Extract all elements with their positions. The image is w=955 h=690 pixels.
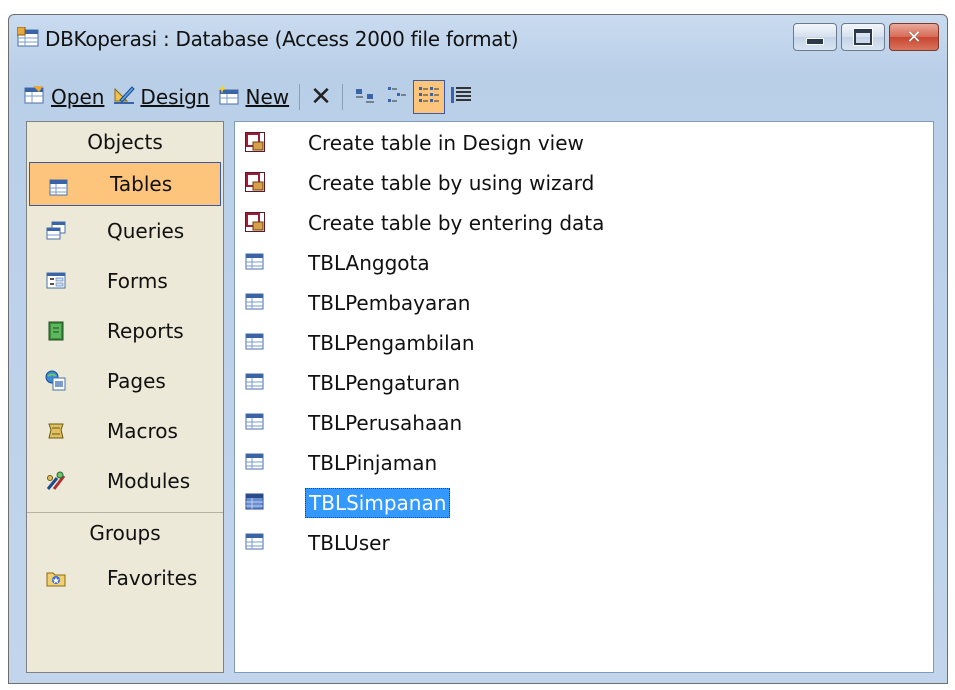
table-icon — [245, 332, 265, 352]
query-icon — [45, 220, 67, 242]
toolbar: Open Design New ✕ — [19, 77, 477, 117]
table-icon — [245, 292, 265, 312]
nav-item-queries[interactable]: Queries — [27, 206, 223, 256]
module-icon — [45, 470, 67, 492]
delete-button[interactable]: ✕ — [306, 80, 336, 114]
macro-icon — [45, 420, 67, 442]
report-icon — [45, 320, 67, 342]
window-controls: ✕ — [789, 23, 939, 51]
object-list: Create table in Design view Create table… — [234, 121, 934, 673]
design-label: Design — [140, 85, 210, 109]
table-icon — [245, 452, 265, 472]
details-view-icon — [449, 84, 473, 111]
wizard-icon — [245, 132, 265, 152]
list-item-label: Create table in Design view — [308, 131, 584, 155]
nav-item-modules[interactable]: Modules — [27, 456, 223, 506]
list-item-label: TBLUser — [308, 531, 390, 555]
wizard-icon — [245, 212, 265, 232]
nav-item-macros[interactable]: Macros — [27, 406, 223, 456]
new-label: New — [245, 85, 290, 109]
table-icon — [245, 412, 265, 432]
nav-item-reports[interactable]: Reports — [27, 306, 223, 356]
objects-bar: Objects Tables Queries Forms Reports Pag… — [26, 121, 224, 673]
list-item-label: TBLSimpanan — [305, 488, 451, 518]
nav-item-pages[interactable]: Pages — [27, 356, 223, 406]
form-icon — [45, 270, 67, 292]
list-item-label: TBLPengambilan — [308, 331, 475, 355]
nav-item-label: Pages — [107, 369, 166, 393]
nav-item-label: Reports — [107, 319, 184, 343]
window-title: DBKoperasi : Database (Access 2000 file … — [45, 27, 519, 51]
design-button[interactable]: Design — [108, 80, 213, 114]
list-item-label: TBLPinjaman — [308, 451, 438, 475]
objects-header[interactable]: Objects — [27, 122, 223, 162]
nav-item-label: Favorites — [107, 566, 198, 590]
large-icons-view-icon — [353, 84, 377, 111]
list-item-label: TBLPengaturan — [308, 371, 461, 395]
nav-item-label: Tables — [110, 172, 173, 196]
nav-item-label: Modules — [107, 469, 191, 493]
list-item-label: TBLPerusahaan — [308, 411, 463, 435]
nav-item-forms[interactable]: Forms — [27, 256, 223, 306]
list-view-icon — [417, 84, 441, 111]
minimize-button[interactable] — [793, 23, 837, 51]
database-icon — [16, 26, 39, 49]
nav-item-label: Macros — [107, 419, 178, 443]
design-icon — [112, 84, 136, 111]
table-icon — [245, 532, 265, 552]
toolbar-separator — [299, 84, 301, 110]
list-item-label: Create table by entering data — [308, 211, 605, 235]
page-icon — [45, 370, 67, 392]
new-icon — [217, 83, 241, 111]
list-item-label: TBLPembayaran — [308, 291, 471, 315]
list-item-label: TBLAnggota — [308, 251, 430, 275]
open-button[interactable]: Open — [19, 80, 108, 114]
table-icon — [245, 492, 265, 512]
list-item-label: Create table by using wizard — [308, 171, 595, 195]
wizard-icon — [245, 172, 265, 192]
new-button[interactable]: New — [213, 80, 293, 114]
open-icon — [23, 84, 47, 111]
table-icon — [48, 177, 70, 199]
maximize-button[interactable] — [841, 23, 885, 51]
maximize-icon — [854, 29, 872, 45]
toolbar-separator — [341, 84, 343, 110]
groups-header[interactable]: Groups — [27, 512, 223, 553]
close-icon: ✕ — [906, 26, 922, 48]
database-window: DBKoperasi : Database (Access 2000 file … — [8, 14, 948, 684]
small-icons-view-button[interactable] — [381, 80, 413, 114]
list-view-button[interactable] — [412, 80, 445, 114]
delete-icon: ✕ — [310, 82, 332, 112]
table-icon — [245, 372, 265, 392]
details-view-button[interactable] — [445, 80, 477, 114]
nav-item-tables[interactable]: Tables — [29, 162, 221, 206]
nav-item-label: Forms — [107, 269, 168, 293]
large-icons-view-button[interactable] — [349, 80, 381, 114]
open-label: Open — [51, 85, 105, 109]
nav-item-favorites[interactable]: Favorites — [27, 553, 223, 603]
small-icons-view-icon — [385, 84, 409, 111]
minimize-icon — [806, 37, 824, 45]
title-bar[interactable]: DBKoperasi : Database (Access 2000 file … — [9, 15, 947, 65]
nav-item-label: Queries — [107, 219, 185, 243]
favorites-folder-icon — [45, 567, 67, 589]
table-icon — [245, 252, 265, 272]
close-button[interactable]: ✕ — [889, 23, 939, 51]
